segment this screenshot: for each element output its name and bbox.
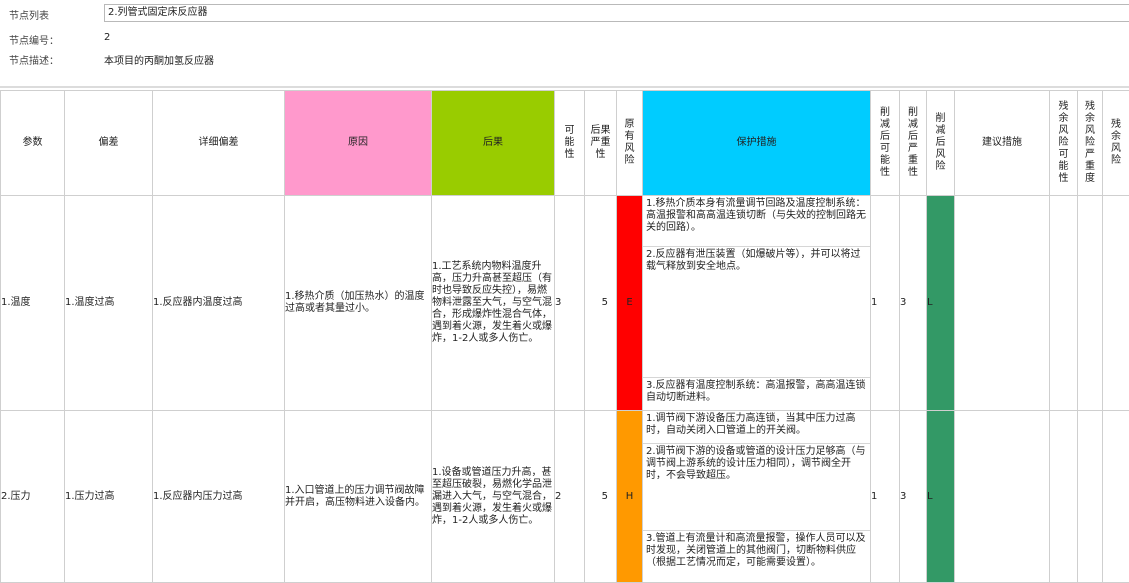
reduced-likelihood-cell: 1 [871, 411, 900, 583]
consequence-cell: 1.工艺系统内物料温度升高，压力升高甚至超压（有时也导致反应失控），易燃物料泄露… [432, 196, 555, 411]
residual-severity-cell[interactable] [1078, 411, 1103, 583]
node-list-value: 2.列管式固定床反应器 [108, 7, 208, 18]
col-header-residual-risk[interactable]: 残余风险 [1103, 91, 1129, 196]
protection-item: 1.移热介质本身有流量调节回路及温度控制系统：高温报警和高高温连锁切断（与失效的… [643, 196, 870, 246]
col-header-reduced-severity[interactable]: 削减后严重性 [900, 91, 927, 196]
deviation-cell: 1.温度过高 [65, 196, 153, 411]
protection-cell: 1.移热介质本身有流量调节回路及温度控制系统：高温报警和高高温连锁切断（与失效的… [643, 196, 871, 411]
node-id-label: 节点编号： [9, 32, 59, 47]
col-header-consequence[interactable]: 后果 [432, 91, 555, 196]
cause-cell: 1.移热介质（加压热水）的温度过高或者其量过小。 [285, 196, 432, 411]
col-header-recommendation[interactable]: 建议措施 [955, 91, 1050, 196]
node-list-select[interactable]: 2.列管式固定床反应器 [104, 4, 1129, 22]
col-header-protection[interactable]: 保护措施 [643, 91, 871, 196]
protection-item: 1.调节阀下游设备压力高连锁，当其中压力过高时，自动关闭入口管道上的开关阀。 [643, 411, 870, 443]
col-header-risk[interactable]: 原有风险 [617, 91, 643, 196]
residual-risk-cell[interactable] [1103, 411, 1129, 583]
protection-item: 3.管道上有流量计和高流量报警，操作人员可以及时发现，关闭管道上的其他阀门，切断… [643, 530, 870, 577]
consequence-cell: 1.设备或管道压力升高，甚至超压破裂，易燃化学品泄漏进入大气，与空气混合，遇到着… [432, 411, 555, 583]
col-header-likelihood[interactable]: 可能性 [555, 91, 585, 196]
reduced-risk-cell: L [927, 411, 955, 583]
table-row[interactable]: 1.温度 1.温度过高 1.反应器内温度过高 1.移热介质（加压热水）的温度过高… [1, 196, 1129, 411]
reduced-severity-cell: 3 [900, 196, 927, 411]
node-id-value: 2 [104, 32, 110, 43]
table-row[interactable]: 2.压力 1.压力过高 1.反应器内压力过高 1.入口管道上的压力调节阀故障并开… [1, 411, 1129, 583]
likelihood-cell: 3 [555, 196, 585, 411]
reduced-likelihood-cell: 1 [871, 196, 900, 411]
risk-cell: H [617, 411, 643, 583]
risk-cell: E [617, 196, 643, 411]
node-desc-value: 本项目的丙酮加氢反应器 [104, 52, 214, 67]
separator [0, 86, 1129, 88]
protection-cell: 1.调节阀下游设备压力高连锁，当其中压力过高时，自动关闭入口管道上的开关阀。 2… [643, 411, 871, 583]
detail-cell: 1.反应器内温度过高 [153, 196, 285, 411]
reduced-risk-cell: L [927, 196, 955, 411]
header-row: 参数 偏差 详细偏差 原因 后果 可能性 后果严重性 原有风险 保护措施 削减后… [1, 91, 1129, 196]
col-header-reduced-risk[interactable]: 削减后风险 [927, 91, 955, 196]
col-header-severity[interactable]: 后果严重性 [585, 91, 617, 196]
likelihood-cell: 2 [555, 411, 585, 583]
detail-cell: 1.反应器内压力过高 [153, 411, 285, 583]
recommendation-cell[interactable] [955, 411, 1050, 583]
col-header-cause[interactable]: 原因 [285, 91, 432, 196]
param-cell: 1.温度 [1, 196, 65, 411]
col-header-residual-severity[interactable]: 残余风险严重度 [1078, 91, 1103, 196]
col-header-detail[interactable]: 详细偏差 [153, 91, 285, 196]
severity-cell: 5 [585, 411, 617, 583]
protection-item: 2.调节阀下游的设备或管道的设计压力足够高（与调节阀上游系统的设计压力相同），调… [643, 443, 870, 530]
node-desc-label: 节点描述： [9, 52, 59, 67]
severity-cell: 5 [585, 196, 617, 411]
param-cell: 2.压力 [1, 411, 65, 583]
node-list-label: 节点列表 [9, 7, 49, 22]
protection-item: 2.反应器有泄压装置（如爆破片等），并可以将过载气释放到安全地点。 [643, 246, 870, 377]
residual-risk-cell[interactable] [1103, 196, 1129, 411]
residual-likelihood-cell[interactable] [1050, 411, 1078, 583]
protection-item: 3.反应器有温度控制系统：高温报警，高高温连锁自动切断进料。 [643, 377, 870, 410]
hazop-table: 参数 偏差 详细偏差 原因 后果 可能性 后果严重性 原有风险 保护措施 削减后… [0, 90, 1129, 583]
residual-likelihood-cell[interactable] [1050, 196, 1078, 411]
residual-severity-cell[interactable] [1078, 196, 1103, 411]
col-header-reduced-likelihood[interactable]: 削减后可能性 [871, 91, 900, 196]
deviation-cell: 1.压力过高 [65, 411, 153, 583]
col-header-param[interactable]: 参数 [1, 91, 65, 196]
col-header-deviation[interactable]: 偏差 [65, 91, 153, 196]
recommendation-cell[interactable] [955, 196, 1050, 411]
reduced-severity-cell: 3 [900, 411, 927, 583]
col-header-residual-likelihood[interactable]: 残余风险可能性 [1050, 91, 1078, 196]
cause-cell: 1.入口管道上的压力调节阀故障并开启，高压物料进入设备内。 [285, 411, 432, 583]
